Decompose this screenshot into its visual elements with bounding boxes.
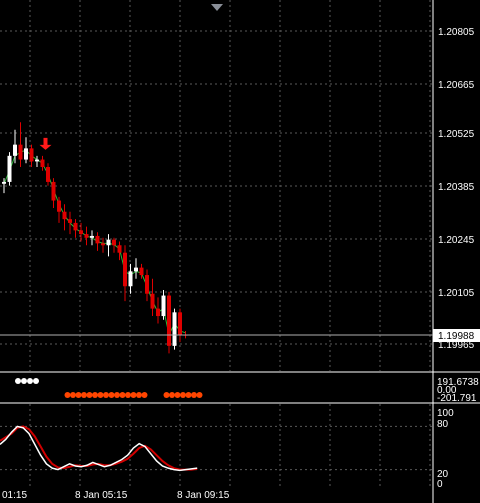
signal-dot-orange: [64, 392, 71, 398]
stoch-label: 100: [437, 408, 454, 419]
signal-dot-orange: [108, 392, 115, 398]
signal-dot-orange: [75, 392, 82, 398]
signal-dot-orange: [92, 392, 98, 398]
candle-body: [24, 148, 28, 160]
signal-dot-orange: [163, 392, 170, 398]
candles: [2, 122, 188, 354]
signal-dots: [15, 378, 203, 398]
signal-dot-orange: [174, 392, 181, 398]
price-axis: 1.20805 1.20665 1.20525 1.20385 1.20245 …: [438, 27, 475, 351]
candle-body: [134, 267, 138, 272]
signal-dot-orange: [81, 392, 87, 398]
signal-dot-orange: [196, 392, 203, 398]
signal-dot-white: [27, 378, 33, 384]
time-label: 8 Jan 05:15: [75, 490, 128, 501]
candle-body: [172, 312, 177, 346]
signal-dot-orange: [125, 392, 131, 398]
signal-dot-orange: [114, 392, 120, 398]
candle-body: [90, 235, 94, 238]
candle-body: [167, 295, 171, 346]
stochastic-grid: [0, 404, 433, 488]
candle-body: [178, 312, 182, 335]
signal-dot-orange: [103, 392, 109, 398]
indicator-label: -201.791: [437, 393, 477, 404]
signal-dot-orange: [191, 392, 197, 398]
candle-body: [18, 144, 23, 160]
price-label: 1.20805: [438, 27, 475, 38]
candle-body: [51, 181, 56, 201]
price-label: 1.20385: [438, 182, 475, 193]
signal-layer: [39, 137, 52, 150]
price-label: 1.20525: [438, 129, 475, 140]
candle-body: [161, 295, 166, 317]
signal-dot-orange: [119, 392, 126, 398]
stochastic-lines: [0, 425, 198, 472]
signal-dot-orange: [136, 392, 142, 398]
price-label: 1.20665: [438, 80, 475, 91]
candle-body: [117, 245, 122, 253]
signal-dot-orange: [86, 392, 93, 398]
stoch-label: 0: [437, 479, 443, 490]
signal-dot-orange: [97, 392, 104, 398]
price-chart[interactable]: 1.20805 1.20665 1.20525 1.20385 1.20245 …: [0, 0, 480, 371]
price-label: 1.20105: [438, 288, 475, 299]
candle-body: [13, 144, 17, 156]
candle-body: [35, 159, 39, 162]
candle-body: [139, 267, 144, 276]
signal-dots-panel[interactable]: 191.6738 0.00 -201.791: [0, 371, 480, 404]
candle-body: [123, 252, 127, 287]
candle-body: [46, 167, 50, 182]
candle-body: [156, 308, 160, 317]
stoch-label: 80: [437, 419, 449, 430]
candle-body: [112, 239, 116, 246]
price-grid: [0, 0, 433, 371]
signal-dot-orange: [130, 392, 137, 398]
time-label: 8 Jan 09:15: [177, 490, 230, 501]
candle-body: [106, 239, 111, 246]
candle-body: [57, 200, 61, 212]
indicator-axis: 191.6738 0.00 -201.791: [437, 377, 479, 404]
candle-body: [150, 293, 155, 309]
signal-dot-white: [21, 378, 27, 384]
signal-dot-orange: [169, 392, 175, 398]
signal-dot-orange: [185, 392, 192, 398]
candle-body: [68, 219, 72, 223]
price-label: 1.20245: [438, 235, 475, 246]
candle-body: [145, 275, 149, 294]
candle-body: [73, 222, 78, 231]
signal-dot-orange: [70, 392, 76, 398]
signal-dot-white: [15, 378, 21, 384]
stochastic-signal-line: [0, 425, 198, 471]
signal-dot-orange: [180, 392, 186, 398]
signal-dot-white: [33, 378, 39, 384]
candle-body: [40, 159, 45, 168]
candle-body: [29, 148, 34, 162]
candle-body: [128, 271, 133, 287]
triangle-down-icon[interactable]: [211, 4, 223, 11]
stochastic-axis: 100 80 20 0: [437, 408, 454, 490]
current-price-value: 1.19988: [438, 331, 475, 342]
signal-dot-orange: [141, 392, 148, 398]
candle-body: [7, 155, 12, 182]
candle-body: [101, 243, 105, 246]
arrow-down-icon: [39, 137, 52, 150]
candle-body: [95, 235, 100, 244]
candle-body: [79, 230, 83, 235]
current-price-badge: 1.19988: [433, 329, 480, 342]
time-label: 01:15: [2, 490, 28, 501]
candle-body: [84, 234, 89, 238]
time-axis: 01:15 8 Jan 05:15 8 Jan 09:15: [0, 488, 433, 503]
candle-body: [2, 181, 6, 184]
candle-body: [62, 211, 67, 220]
